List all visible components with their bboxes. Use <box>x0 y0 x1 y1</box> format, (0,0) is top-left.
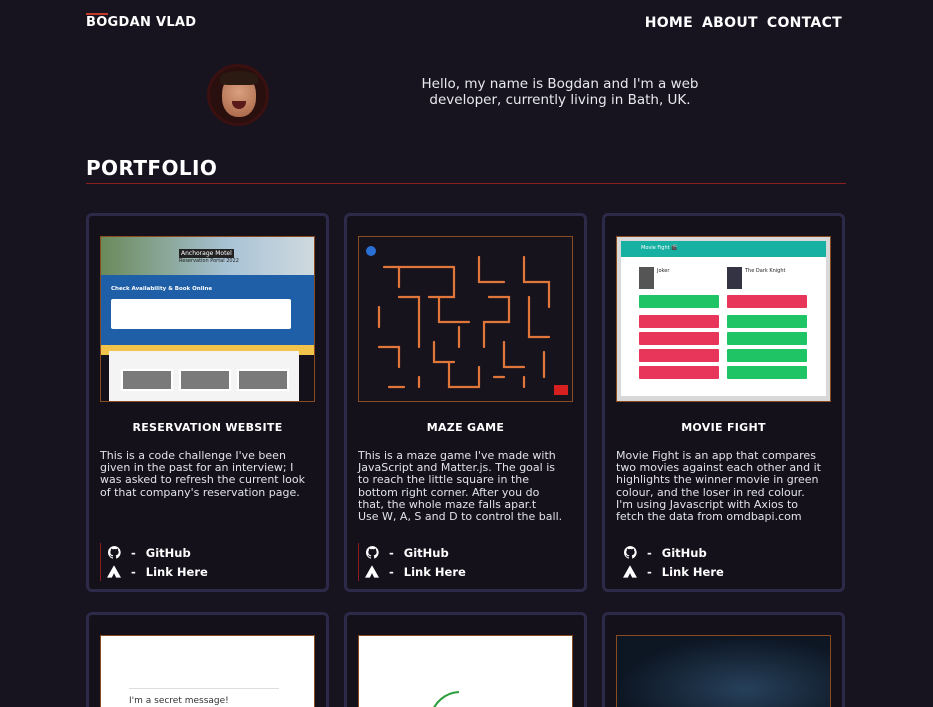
link-label: Link Here <box>661 564 724 579</box>
github-icon <box>107 546 121 560</box>
project-thumbnail-reservation[interactable]: Anchorage Motel Reservation Portal 2022 … <box>100 236 315 402</box>
thumb-form-title: Check Availability & Book Online <box>111 286 213 292</box>
live-link[interactable]: - Link Here <box>100 562 208 581</box>
link-label: Link Here <box>145 564 208 579</box>
avatar <box>207 64 269 126</box>
maze-goal <box>554 385 568 395</box>
thumb-hotel-sub: Reservation Portal 2022 <box>179 258 239 264</box>
github-label: GitHub <box>145 545 191 560</box>
portfolio-title: PORTFOLIO <box>86 156 218 180</box>
github-link[interactable]: - GitHub <box>100 543 208 562</box>
project-title: RESERVATION WEBSITE <box>132 421 283 434</box>
thumb-hotel-name: Anchorage Motel <box>179 249 234 258</box>
intro-text: Hello, my name is Bogdan and I'm a web d… <box>421 76 699 108</box>
nav-contact[interactable]: CONTACT <box>767 15 842 31</box>
project-description: Movie Fight is an app that compares two … <box>616 449 821 524</box>
project-card-movie-fight: Movie Fight 🎬 Joker The Dark Knight MOVI… <box>602 213 845 592</box>
project-description: This is a code challenge I've been given… <box>100 449 305 499</box>
project-thumbnail-secret-message[interactable]: I'm a secret message! <box>100 635 315 707</box>
maze-ball <box>366 246 376 256</box>
nav-about[interactable]: ABOUT <box>702 15 758 31</box>
site-brand[interactable]: BOGDAN VLAD <box>86 13 196 30</box>
project-thumbnail-space[interactable] <box>616 635 831 707</box>
tent-link-icon <box>623 565 637 579</box>
project-title: MOVIE FIGHT <box>681 421 766 434</box>
thumb-secret-text: I'm a secret message! <box>129 696 229 706</box>
project-card-maze: MAZE GAME This is a maze game I've made … <box>344 213 587 592</box>
project-card-reservation: Anchorage Motel Reservation Portal 2022 … <box>86 213 329 592</box>
project-card-space <box>602 612 845 707</box>
thumb-app-title: Movie Fight 🎬 <box>641 245 678 251</box>
project-thumbnail-timer[interactable] <box>358 635 573 707</box>
project-thumbnail-maze[interactable] <box>358 236 573 402</box>
live-link[interactable]: - Link Here <box>616 562 724 581</box>
portfolio-divider <box>86 183 846 184</box>
thumb-movie-left: Joker <box>657 268 670 274</box>
github-icon <box>365 546 379 560</box>
tent-link-icon <box>365 565 379 579</box>
project-thumbnail-movie-fight[interactable]: Movie Fight 🎬 Joker The Dark Knight <box>616 236 831 402</box>
project-description: This is a maze game I've made with JavaS… <box>358 449 563 524</box>
github-label: GitHub <box>403 545 449 560</box>
github-icon <box>623 546 637 560</box>
github-label: GitHub <box>661 545 707 560</box>
project-title: MAZE GAME <box>426 421 505 434</box>
project-card-timer <box>344 612 587 707</box>
project-card-secret-message: I'm a secret message! <box>86 612 329 707</box>
thumb-movie-right: The Dark Knight <box>745 268 786 274</box>
tent-link-icon <box>107 565 121 579</box>
nav-home[interactable]: HOME <box>645 15 693 31</box>
main-nav: HOME ABOUT CONTACT <box>645 15 842 31</box>
link-label: Link Here <box>403 564 466 579</box>
live-link[interactable]: - Link Here <box>358 562 466 581</box>
github-link[interactable]: - GitHub <box>358 543 466 562</box>
github-link[interactable]: - GitHub <box>616 543 724 562</box>
